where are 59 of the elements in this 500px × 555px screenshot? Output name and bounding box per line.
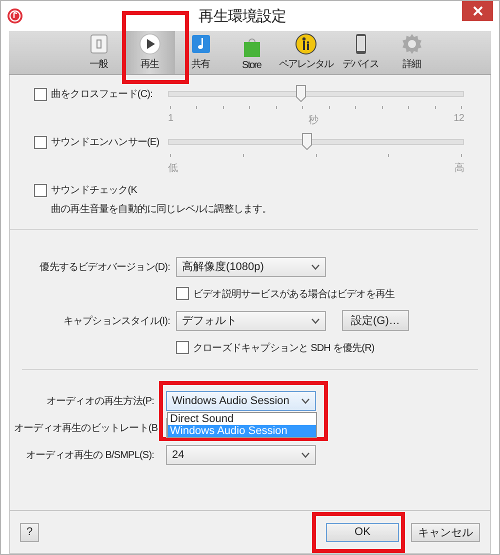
description-text: 曲の再生音量を自動的に同じレベルに調整します。 bbox=[50, 202, 273, 216]
phone-icon bbox=[356, 33, 366, 55]
app-icon bbox=[7, 8, 23, 24]
checkbox[interactable] bbox=[34, 184, 47, 196]
scale-label: 1 bbox=[168, 113, 174, 126]
caret-icon bbox=[301, 452, 310, 458]
checkbox[interactable] bbox=[34, 88, 47, 100]
toolbar-tab[interactable]: 再生 bbox=[124, 31, 175, 74]
close-button[interactable] bbox=[462, 1, 493, 21]
caret-icon bbox=[311, 264, 320, 270]
scale-label: 12 bbox=[454, 113, 464, 126]
toolbar-tab[interactable]: ペアレンタル bbox=[277, 31, 335, 74]
checkbox-label[interactable]: ビデオ説明サービスがある場合はビデオを再生 bbox=[193, 286, 395, 300]
field-label: オーディオ再生の B/SMPL(S): bbox=[25, 448, 154, 462]
dropdown[interactable]: デフォルト bbox=[176, 310, 326, 330]
window-title: 再生環境設定 bbox=[198, 7, 288, 26]
tick-mark bbox=[170, 106, 171, 109]
field-label: オーディオの再生方法(P: bbox=[45, 394, 154, 408]
checkbox-label[interactable]: サウンドチェック(K bbox=[51, 183, 138, 197]
dialog-button[interactable]: キャンセル bbox=[411, 522, 480, 542]
tick-mark bbox=[222, 106, 224, 109]
tick-mark bbox=[460, 106, 462, 109]
field-label: 優先するビデオバージョン(D): bbox=[38, 260, 170, 274]
checkbox[interactable] bbox=[176, 341, 189, 354]
tick-mark bbox=[242, 154, 244, 157]
dropdown[interactable]: 高解像度(1080p) bbox=[176, 256, 326, 276]
tick-mark bbox=[461, 154, 462, 157]
tick-mark bbox=[355, 106, 356, 109]
tick-mark bbox=[276, 106, 277, 109]
checkbox[interactable] bbox=[176, 287, 189, 300]
scale-label: 高 bbox=[454, 162, 464, 176]
play-icon bbox=[138, 33, 160, 55]
toolbar-tab[interactable]: Store bbox=[226, 31, 277, 74]
close-icon bbox=[472, 6, 482, 16]
checkbox-label[interactable]: クローズドキャプションと SDH を優先(R) bbox=[193, 340, 374, 354]
dialog-button[interactable]: OK bbox=[326, 522, 399, 542]
caret-icon bbox=[311, 318, 320, 324]
toolbar-tab[interactable]: デバイス bbox=[335, 31, 386, 74]
slider-thumb[interactable] bbox=[302, 133, 312, 150]
toolbar-tab[interactable]: 一般 bbox=[73, 31, 124, 74]
dropdown-option[interactable]: Direct Sound bbox=[168, 412, 316, 424]
switch-icon bbox=[88, 33, 110, 55]
parent-child-icon bbox=[295, 33, 317, 55]
caret-icon bbox=[301, 398, 310, 404]
scale-label: 低 bbox=[168, 162, 178, 176]
tick-mark bbox=[170, 154, 171, 157]
checkbox[interactable] bbox=[34, 136, 47, 148]
checkbox-label[interactable]: サウンドエンハンサー(E) bbox=[51, 135, 160, 149]
tick-mark bbox=[408, 106, 410, 109]
toolbar-tab[interactable]: 詳細 bbox=[386, 31, 437, 74]
music-note-icon bbox=[190, 33, 212, 55]
slider-thumb[interactable] bbox=[296, 85, 306, 102]
checkbox-label[interactable]: 曲をクロスフェード(C): bbox=[51, 87, 152, 101]
toolbar-tab[interactable]: 共有 bbox=[175, 31, 226, 74]
settings-button[interactable]: 設定(G)… bbox=[342, 310, 409, 331]
scale-label: 秒 bbox=[308, 114, 318, 128]
help-button[interactable]: ? bbox=[20, 522, 39, 542]
field-label: キャプションスタイル(I): bbox=[62, 314, 170, 328]
dropdown[interactable]: 24 bbox=[166, 444, 316, 464]
